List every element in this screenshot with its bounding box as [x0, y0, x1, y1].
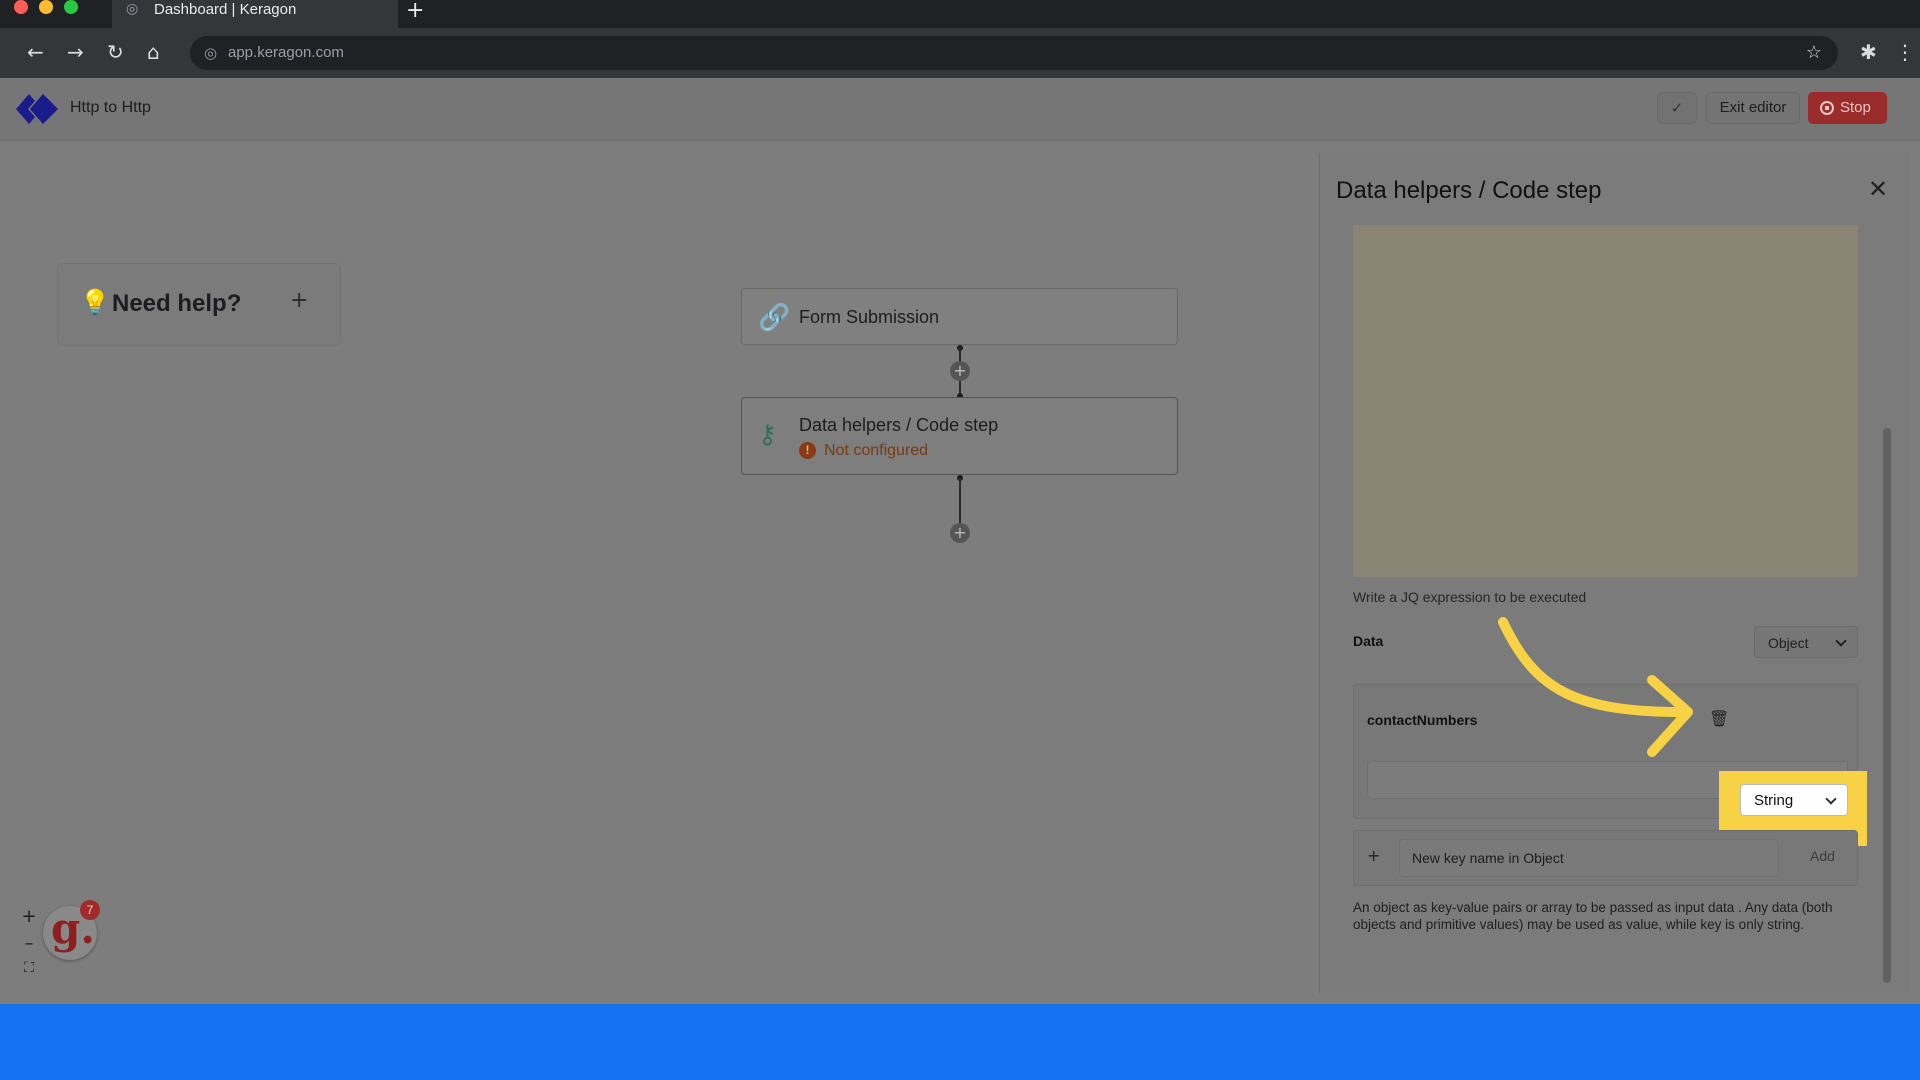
workflow-editor: Http to Http ✓ Exit editor Stop 💡 Need h…: [0, 78, 1920, 1004]
workflow-name[interactable]: Http to Http: [70, 99, 151, 117]
extensions-icon[interactable]: ✱: [1860, 40, 1877, 64]
panel-scrollbar[interactable]: [1883, 428, 1891, 983]
site-info-icon[interactable]: ◎: [204, 44, 217, 62]
flow-node-trigger[interactable]: 🔗 Form Submission: [741, 288, 1178, 345]
trash-icon[interactable]: 🗑: [1709, 709, 1729, 728]
close-icon[interactable]: ✕: [1868, 175, 1888, 203]
node-title: Data helpers / Code step: [799, 415, 999, 435]
value-type-value: String: [1754, 792, 1794, 809]
expand-help-button[interactable]: +: [290, 288, 308, 313]
stop-icon: [1820, 101, 1834, 115]
browser-toolbar: ← → ↻ ⌂ ◎ app.keragon.com ☆ ✱ ⋮: [0, 28, 1920, 78]
data-description: An object as key-value pairs or array to…: [1353, 900, 1833, 932]
need-help-card[interactable]: 💡 Need help? +: [57, 263, 341, 346]
zoom-out-button[interactable]: –: [16, 933, 42, 957]
step-config-panel: Data helpers / Code step ✕ Write a JQ ex…: [1319, 153, 1910, 993]
keragon-logo-icon[interactable]: [16, 94, 62, 124]
tab-title: Dashboard | Keragon: [154, 1, 297, 18]
bottom-banner: [0, 1004, 1920, 1080]
data-type-value: Object: [1768, 635, 1809, 651]
data-label: Data: [1353, 633, 1384, 649]
value-type-select[interactable]: String: [1740, 784, 1848, 816]
jq-expression-editor[interactable]: [1353, 225, 1858, 577]
node-title: Form Submission: [799, 307, 940, 327]
forward-arrow-icon[interactable]: →: [67, 40, 84, 64]
warning-icon: !: [799, 442, 816, 459]
need-help-title: Need help?: [112, 290, 242, 317]
notification-badge: 7: [80, 900, 100, 920]
add-key-button[interactable]: Add: [1810, 848, 1835, 864]
fit-view-button[interactable]: ⛶: [16, 960, 42, 984]
link-icon: 🔗: [758, 303, 791, 333]
lightbulb-icon: 💡: [80, 288, 110, 316]
globe-icon: ◎: [126, 1, 139, 17]
connector-line: [959, 478, 961, 523]
code-help-text: Write a JQ expression to be executed: [1353, 589, 1587, 605]
close-window-button[interactable]: [14, 0, 28, 14]
browser-tab[interactable]: ◎ Dashboard | Keragon: [112, 0, 398, 28]
check-button[interactable]: ✓: [1657, 92, 1697, 124]
assistant-avatar[interactable]: g. 7: [43, 900, 100, 960]
url-text: app.keragon.com: [228, 44, 344, 61]
reload-icon[interactable]: ↻: [107, 40, 124, 64]
stop-button[interactable]: Stop: [1808, 92, 1887, 124]
browser-menu-icon[interactable]: ⋮: [1895, 40, 1915, 64]
maximize-window-button[interactable]: [64, 0, 78, 14]
zoom-in-button[interactable]: +: [16, 906, 42, 930]
new-key-input[interactable]: [1399, 839, 1779, 877]
home-icon[interactable]: ⌂: [147, 40, 160, 64]
exit-editor-button[interactable]: Exit editor: [1706, 92, 1800, 124]
address-bar[interactable]: ◎ app.keragon.com ☆: [190, 36, 1838, 70]
chevron-down-icon: [1835, 635, 1847, 647]
panel-title: Data helpers / Code step: [1336, 177, 1602, 204]
new-key-row: + Add: [1353, 830, 1858, 886]
add-step-button[interactable]: +: [950, 523, 970, 543]
key-name: contactNumbers: [1367, 712, 1478, 728]
browser-tab-strip: ◎ Dashboard | Keragon +: [0, 0, 1920, 28]
node-status: ! Not configured: [799, 442, 928, 460]
node-status-text: Not configured: [824, 442, 929, 459]
data-type-select[interactable]: Object: [1754, 626, 1858, 658]
new-tab-button[interactable]: +: [406, 0, 424, 23]
stop-label: Stop: [1840, 99, 1871, 116]
chevron-down-icon: [1825, 793, 1837, 805]
editor-header: Http to Http ✓ Exit editor Stop: [0, 78, 1920, 141]
add-step-button[interactable]: +: [950, 361, 970, 381]
plus-icon: +: [1367, 846, 1381, 865]
flow-node-code-step[interactable]: ⚷ Data helpers / Code step ! Not configu…: [741, 397, 1178, 475]
back-arrow-icon[interactable]: ←: [27, 40, 44, 64]
minimize-window-button[interactable]: [39, 0, 53, 14]
bookmark-star-icon[interactable]: ☆: [1806, 42, 1822, 63]
hierarchy-icon: ⚷: [758, 420, 778, 450]
